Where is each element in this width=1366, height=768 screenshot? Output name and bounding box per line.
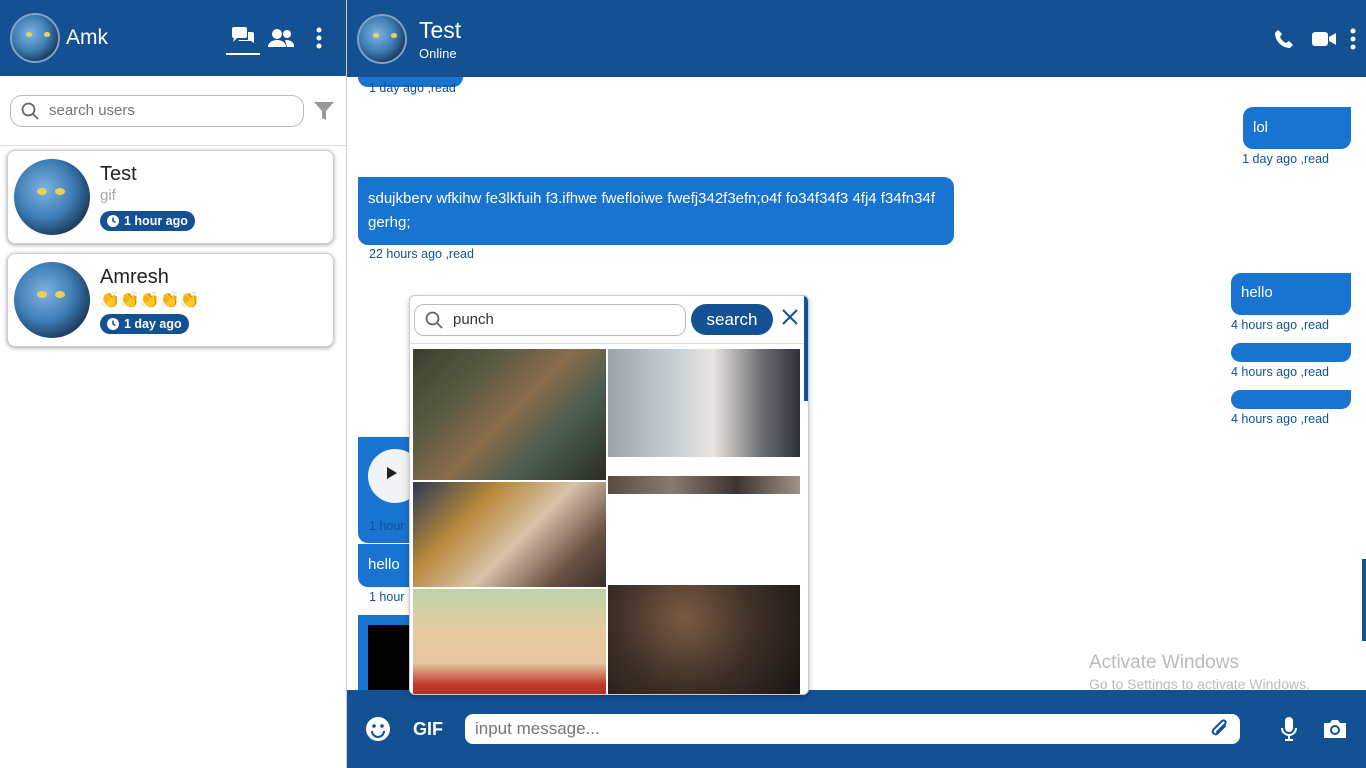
gif-result[interactable] [413, 482, 606, 587]
message-meta: 1 hour [369, 590, 405, 604]
search-icon [21, 102, 39, 120]
chat-app: Amk Test gif [0, 0, 1366, 768]
contact-last-message: gif [100, 187, 116, 204]
play-icon[interactable] [386, 466, 398, 484]
paperclip-icon[interactable] [1208, 718, 1230, 740]
chat-more-vertical-icon[interactable] [1350, 28, 1356, 50]
gif-picker: search [409, 295, 809, 695]
message-bubble[interactable]: hello [1231, 273, 1351, 315]
user-search-box [10, 94, 304, 127]
contact-avatar [14, 159, 90, 235]
last-seen-text: 1 day ago [124, 317, 182, 331]
gif-result[interactable] [608, 585, 800, 694]
watermark-subtitle: Go to Settings to activate Windows. [1089, 676, 1310, 690]
chats-icon[interactable] [226, 21, 260, 55]
user-avatar[interactable] [10, 13, 60, 63]
clock-icon [107, 318, 119, 330]
contact-avatar [14, 262, 90, 338]
gif-search-box [414, 303, 686, 336]
message-meta: 1 hour [369, 519, 405, 533]
message-meta: 1 day ago ,read [369, 81, 456, 95]
message-meta: 4 hours ago ,read [1231, 412, 1329, 426]
sidebar-header: Amk [0, 0, 346, 76]
gif-result[interactable] [608, 476, 800, 494]
contact-card-amresh[interactable]: Amresh 👏👏👏👏👏 1 day ago chat [7, 0, 1366, 768]
last-seen-text: 1 hour ago [124, 214, 188, 228]
gif-result[interactable] [413, 589, 606, 694]
message-input-bar: GIF [347, 690, 1366, 768]
user-name: Amk [66, 26, 108, 49]
close-icon[interactable] [781, 308, 799, 331]
clock-icon [107, 215, 119, 227]
camera-icon[interactable] [1322, 718, 1348, 740]
gif-scrollbar[interactable] [804, 296, 808, 401]
last-seen-badge: 1 day ago [100, 314, 189, 334]
message-meta: 4 hours ago ,read [1231, 318, 1329, 332]
chat-contact-name: Test [419, 16, 462, 43]
message-meta: 22 hours ago ,read [369, 247, 474, 261]
video-call-icon[interactable] [1312, 31, 1336, 47]
gif-search-input[interactable] [453, 311, 653, 328]
chat-contact-avatar[interactable] [357, 13, 407, 64]
windows-activation-watermark: Activate Windows Go to Settings to activ… [1089, 652, 1310, 690]
emoji-icon[interactable] [365, 716, 391, 742]
gif-result[interactable] [413, 349, 606, 480]
contact-card-test[interactable]: Test gif 1 hour ago chat [7, 0, 1366, 768]
phone-icon[interactable] [1274, 29, 1294, 49]
gif-search-button[interactable]: search [691, 304, 773, 335]
message-meta: 1 day ago ,read [1242, 152, 1329, 166]
contact-last-message: 👏👏👏👏👏 [100, 292, 200, 309]
scrollbar-accent[interactable] [1362, 559, 1366, 641]
message-bubble[interactable] [1231, 343, 1351, 362]
message-bubble[interactable]: lol [1243, 107, 1351, 149]
microphone-icon[interactable] [1280, 716, 1298, 742]
sidebar: Amk Test gif [0, 0, 1366, 768]
chat-contact-status: Online [419, 45, 457, 61]
message-bubble[interactable]: sdujkberv wfkihw fe3lkfuih f3.ifhwe fwef… [358, 177, 954, 245]
message-meta: 4 hours ago ,read [1231, 365, 1329, 379]
user-search-input[interactable] [49, 102, 269, 119]
gif-search-row: search [410, 296, 808, 344]
chat-header: Test Online [347, 0, 1366, 77]
contact-name: Amresh [100, 266, 169, 288]
message-input-box [465, 714, 1240, 744]
user-search-row [0, 76, 346, 146]
message-input[interactable] [475, 719, 1208, 739]
filter-icon[interactable] [312, 99, 336, 123]
contacts-icon[interactable] [264, 21, 298, 55]
watermark-title: Activate Windows [1089, 652, 1239, 673]
gif-button[interactable]: GIF [413, 719, 443, 740]
contact-name: Test [100, 163, 137, 185]
message-bubble[interactable] [1231, 390, 1351, 409]
more-vertical-icon[interactable] [302, 21, 336, 55]
gif-result[interactable] [608, 349, 800, 457]
search-icon [425, 311, 443, 329]
last-seen-badge: 1 hour ago [100, 211, 195, 231]
